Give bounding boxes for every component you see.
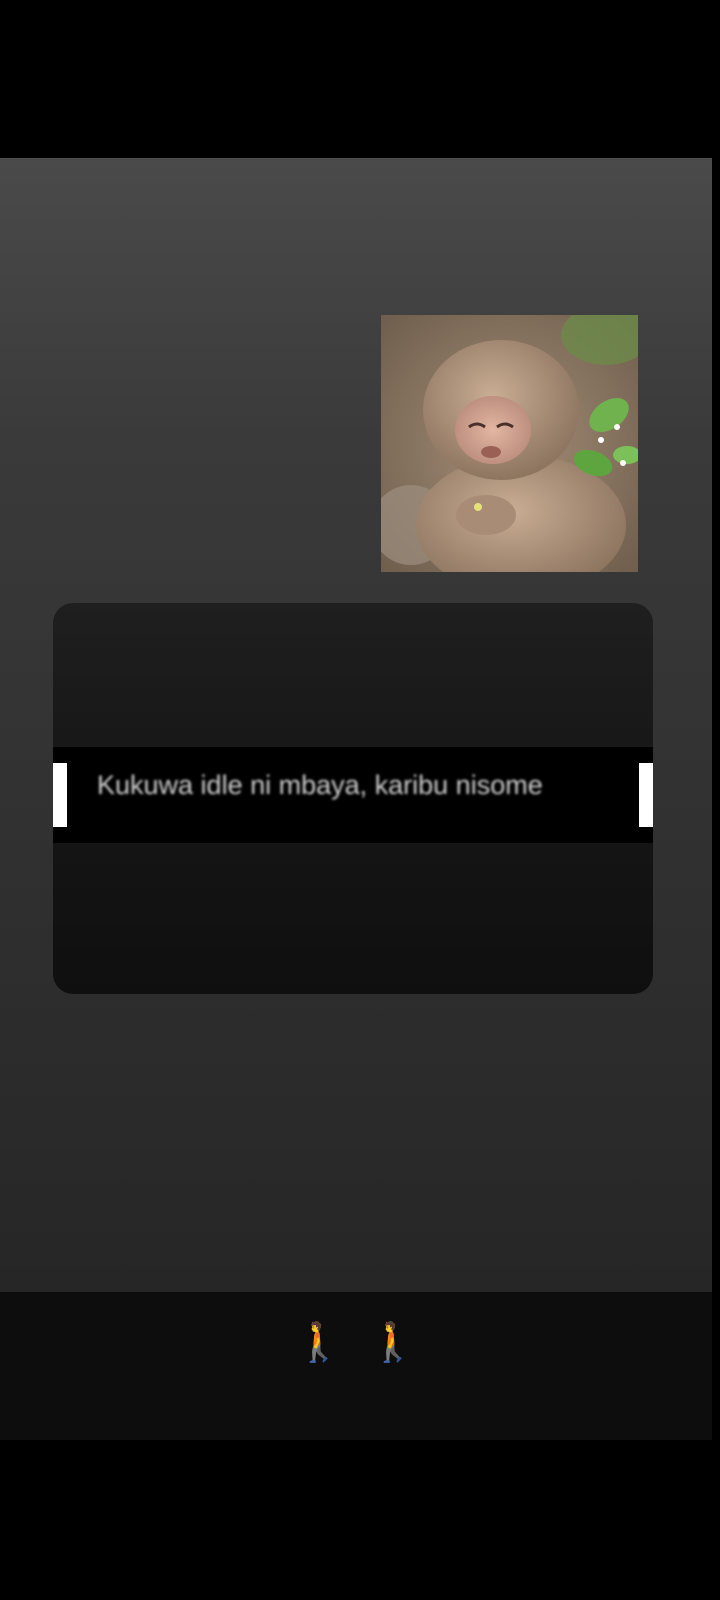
- bottom-black-bar: [0, 1440, 720, 1600]
- monkey-image: [381, 315, 638, 572]
- caption-right-marker: [639, 763, 653, 827]
- person-walking-icon: 🚶: [295, 1322, 343, 1364]
- top-black-bar: [0, 0, 720, 158]
- right-edge: [712, 158, 720, 1440]
- person-walking-icon: 🚶: [369, 1322, 417, 1364]
- baby-monkey-photo[interactable]: [381, 315, 638, 572]
- walking-emoji-row: 🚶 🚶: [0, 1318, 712, 1368]
- text-card[interactable]: Kukuwa idle ni mbaya, karibu nisome: [53, 603, 653, 994]
- caption-left-marker: [53, 763, 67, 827]
- caption-band: Kukuwa idle ni mbaya, karibu nisome: [53, 747, 653, 843]
- caption-text: Kukuwa idle ni mbaya, karibu nisome: [97, 770, 543, 800]
- story-screen: Kukuwa idle ni mbaya, karibu nisome 🚶 🚶: [0, 0, 720, 1600]
